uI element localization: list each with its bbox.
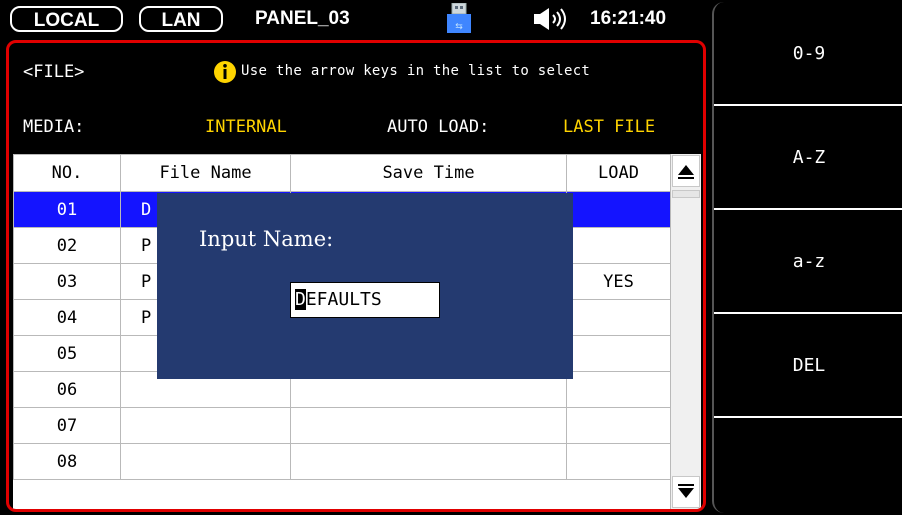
usb-icon: ⇆: [447, 3, 471, 33]
row-no: 01: [13, 191, 121, 228]
softkey-blank[interactable]: [714, 418, 902, 513]
header-file-name: File Name: [120, 154, 291, 192]
softkey-digits[interactable]: 0-9: [714, 2, 902, 106]
softkey-lowercase[interactable]: a-z: [714, 210, 902, 314]
arrow-down-icon: [678, 484, 694, 498]
input-cursor: D: [295, 289, 306, 310]
row-file-name: [120, 407, 291, 444]
autoload-label: AUTO LOAD:: [387, 117, 490, 137]
row-load: [566, 335, 671, 372]
row-no: 03: [13, 263, 121, 300]
file-title: <FILE>: [23, 62, 85, 82]
row-load: [566, 443, 671, 480]
row-no: 02: [13, 227, 121, 264]
scroll-up-button[interactable]: [672, 155, 700, 187]
row-load: [566, 299, 671, 336]
row-no: 05: [13, 335, 121, 372]
row-save-time: [290, 443, 567, 480]
hint-text: Use the arrow keys in the list to select: [241, 63, 591, 79]
header-load: LOAD: [566, 154, 671, 192]
dialog-label: Input Name:: [199, 227, 334, 251]
row-load: [566, 407, 671, 444]
row-no: 04: [13, 299, 121, 336]
softkey-uppercase[interactable]: A-Z: [714, 106, 902, 210]
input-text: EFAULTS: [305, 289, 382, 310]
row-load: [566, 371, 671, 408]
table-scrollbar[interactable]: [670, 154, 701, 509]
clock: 16:21:40: [590, 8, 667, 29]
table-header: NO. File Name Save Time LOAD: [13, 154, 671, 192]
info-icon: [214, 61, 236, 83]
softkey-delete[interactable]: DEL: [714, 314, 902, 418]
row-no: 08: [13, 443, 121, 480]
status-bar: LOCAL LAN PANEL_03 ⇆ 16:21:40: [0, 0, 710, 38]
speaker-icon: [534, 8, 566, 30]
row-load: [566, 191, 671, 228]
lan-indicator: LAN: [139, 6, 223, 32]
media-value: INTERNAL: [205, 117, 287, 137]
row-no: 06: [13, 371, 121, 408]
header-no: NO.: [13, 154, 121, 192]
scroll-down-button[interactable]: [672, 476, 700, 508]
row-load: YES: [566, 263, 671, 300]
media-label: MEDIA:: [23, 117, 85, 137]
panel-name: PANEL_03: [255, 8, 350, 29]
svg-text:⇆: ⇆: [455, 22, 463, 32]
table-row[interactable]: 07: [13, 407, 671, 444]
arrow-up-icon: [678, 165, 694, 179]
autoload-value: LAST FILE: [563, 117, 656, 137]
table-row[interactable]: 08: [13, 443, 671, 480]
scroll-thumb[interactable]: [672, 190, 700, 198]
input-name-dialog: Input Name: DEFAULTS: [157, 193, 573, 379]
local-indicator: LOCAL: [10, 6, 123, 32]
row-load: [566, 227, 671, 264]
header-save-time: Save Time: [290, 154, 567, 192]
row-no: 07: [13, 407, 121, 444]
row-save-time: [290, 407, 567, 444]
row-file-name: [120, 443, 291, 480]
name-input[interactable]: DEFAULTS: [290, 282, 440, 318]
softkey-panel: 0-9 A-Z a-z DEL: [712, 2, 902, 513]
